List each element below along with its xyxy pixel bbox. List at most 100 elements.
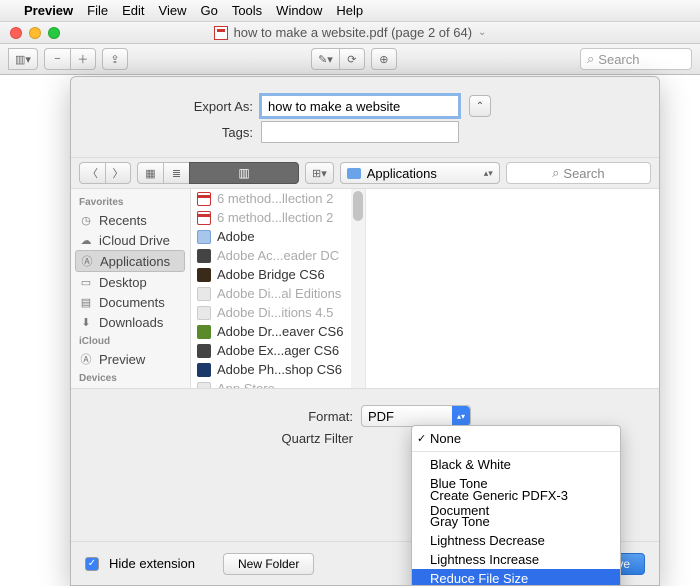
export-sheet: Export As: ⌃ Tags: 〈〉 ▦ ≣ ▥ ⊞▾ Applicati…: [70, 76, 660, 586]
filter-option-reduce-file-size[interactable]: Reduce File Size: [412, 569, 620, 586]
zoom-window-icon[interactable]: [48, 27, 60, 39]
minimize-window-icon[interactable]: [29, 27, 41, 39]
group-by-button[interactable]: ⊞▾: [305, 162, 334, 184]
tags-input[interactable]: [261, 121, 459, 143]
browser-search-input[interactable]: ⌕ Search: [506, 162, 651, 184]
app-menu[interactable]: Preview: [24, 3, 73, 18]
down-icon: ⬇: [79, 316, 93, 328]
document-icon: [214, 26, 228, 40]
title-dropdown-icon[interactable]: ⌄: [478, 27, 486, 38]
sidebar-item-label: Recents: [99, 213, 147, 228]
menu-edit[interactable]: Edit: [122, 3, 144, 18]
format-value: PDF: [368, 409, 394, 424]
desktop-icon: ▭: [79, 276, 93, 288]
file-item: 6 method...llection 2: [191, 208, 365, 227]
column-view-button[interactable]: ▥: [189, 162, 299, 184]
sidebar-item-documents[interactable]: ▤Documents: [71, 292, 190, 312]
filter-option-black-white[interactable]: Black & White: [412, 455, 620, 474]
highlight-button[interactable]: ✎▾: [311, 48, 339, 70]
menu-help[interactable]: Help: [336, 3, 363, 18]
menu-file[interactable]: File: [87, 3, 108, 18]
format-section: Format: PDF ▴▾ Quartz Filter NoneBlack &…: [71, 389, 659, 559]
sidebar-group-header: Devices: [71, 369, 190, 386]
menu-separator: [412, 451, 620, 452]
zoom-group: − ＋: [44, 48, 96, 70]
file-icon: [197, 363, 211, 377]
file-icon: [197, 306, 211, 320]
menu-view[interactable]: View: [159, 3, 187, 18]
zoom-out-button[interactable]: −: [44, 48, 70, 70]
file-item: Adobe Di...al Editions: [191, 284, 365, 303]
zoom-in-button[interactable]: ＋: [70, 48, 96, 70]
filter-option-create-generic-pdfx-3-document[interactable]: Create Generic PDFX-3 Document: [412, 493, 620, 512]
rotate-button[interactable]: ⟳: [339, 48, 365, 70]
list-view-button[interactable]: ≣: [163, 162, 189, 184]
file-icon: [197, 287, 211, 301]
sidebar-item-downloads[interactable]: ⬇Downloads: [71, 312, 190, 332]
file-name: 6 method...llection 2: [217, 191, 333, 206]
sidebar-item-icloud-drive[interactable]: ☁iCloud Drive: [71, 230, 190, 250]
close-window-icon[interactable]: [10, 27, 22, 39]
new-folder-button[interactable]: New Folder: [223, 553, 314, 575]
sidebar-item-label: Desktop: [99, 275, 147, 290]
file-name: Adobe Di...al Editions: [217, 286, 341, 301]
file-name: App Store: [217, 381, 275, 388]
column-scrollbar[interactable]: [351, 189, 365, 388]
filter-option-lightness-increase[interactable]: Lightness Increase: [412, 550, 620, 569]
icon-view-button[interactable]: ▦: [137, 162, 163, 184]
file-icon: [197, 325, 211, 339]
sidebar-item-preview[interactable]: Ⓐ Preview: [71, 349, 190, 369]
file-item[interactable]: Adobe Ex...ager CS6▶: [191, 341, 365, 360]
file-item: 6 method...llection 2: [191, 189, 365, 208]
file-item[interactable]: Adobe Ph...shop CS6▶: [191, 360, 365, 379]
window-title: how to make a website.pdf (page 2 of 64): [234, 25, 472, 40]
sidebar-item-label: Preview: [99, 352, 145, 367]
window-toolbar: ▥▾ − ＋ ⇪ ✎▾ ⟳ ⊕ ⌕ Search: [0, 44, 700, 75]
menu-tools[interactable]: Tools: [232, 3, 262, 18]
search-icon: ⌕: [587, 51, 594, 67]
file-item[interactable]: Adobe Dr...eaver CS6▶: [191, 322, 365, 341]
filter-option-gray-tone[interactable]: Gray Tone: [412, 512, 620, 531]
sidebar-item-desktop[interactable]: ▭ Desktop: [71, 272, 190, 292]
filter-option-lightness-decrease[interactable]: Lightness Decrease: [412, 531, 620, 550]
export-as-label: Export As:: [91, 99, 261, 114]
sidebar-group-header: Favorites: [71, 193, 190, 210]
search-icon: ⌕: [552, 165, 559, 181]
format-popup[interactable]: PDF ▴▾: [361, 405, 471, 427]
toolbar-search-input[interactable]: ⌕ Search: [580, 48, 692, 70]
tags-label: Tags:: [91, 125, 261, 140]
back-button[interactable]: 〈: [79, 162, 105, 184]
file-item[interactable]: Adobe Bridge CS6: [191, 265, 365, 284]
file-icon: [197, 192, 211, 206]
popup-arrows-icon: ▴▾: [484, 168, 493, 179]
sidebar-toggle-button[interactable]: ▥▾: [8, 48, 38, 70]
share-button[interactable]: ⇪: [102, 48, 128, 70]
forward-button[interactable]: 〉: [105, 162, 131, 184]
traffic-lights: [10, 27, 60, 39]
markup-toolbar-button[interactable]: ⊕: [371, 48, 397, 70]
apps-icon: Ⓐ: [80, 255, 94, 267]
file-name: Adobe Ph...shop CS6: [217, 362, 342, 377]
menu-go[interactable]: Go: [200, 3, 217, 18]
filter-option-none[interactable]: None: [412, 429, 620, 448]
sidebar-item-applications[interactable]: ⒶApplications: [75, 250, 185, 272]
hide-extension-label: Hide extension: [109, 556, 195, 571]
browser-nav-row: 〈〉 ▦ ≣ ▥ ⊞▾ Applications ▴▾ ⌕ Search: [71, 158, 659, 189]
file-item[interactable]: Adobe▶: [191, 227, 365, 246]
location-label: Applications: [367, 166, 437, 181]
menu-window[interactable]: Window: [276, 3, 322, 18]
file-name: Adobe Bridge CS6: [217, 267, 325, 282]
toolbar-search-placeholder: Search: [598, 52, 639, 67]
apps-icon: Ⓐ: [79, 353, 93, 365]
file-icon: [197, 211, 211, 225]
collapse-sheet-button[interactable]: ⌃: [469, 95, 491, 117]
location-popup[interactable]: Applications ▴▾: [340, 162, 500, 184]
sheet-top-section: Export As: ⌃ Tags:: [71, 77, 659, 158]
hide-extension-checkbox[interactable]: ✓: [85, 557, 99, 571]
file-icon: [197, 249, 211, 263]
export-filename-input[interactable]: [261, 95, 459, 117]
cloud-icon: ☁: [79, 234, 93, 246]
sidebar-toggle-group: ▥▾: [8, 48, 38, 70]
sidebar-item-recents[interactable]: ◷Recents: [71, 210, 190, 230]
system-menubar: Preview File Edit View Go Tools Window H…: [0, 0, 700, 22]
